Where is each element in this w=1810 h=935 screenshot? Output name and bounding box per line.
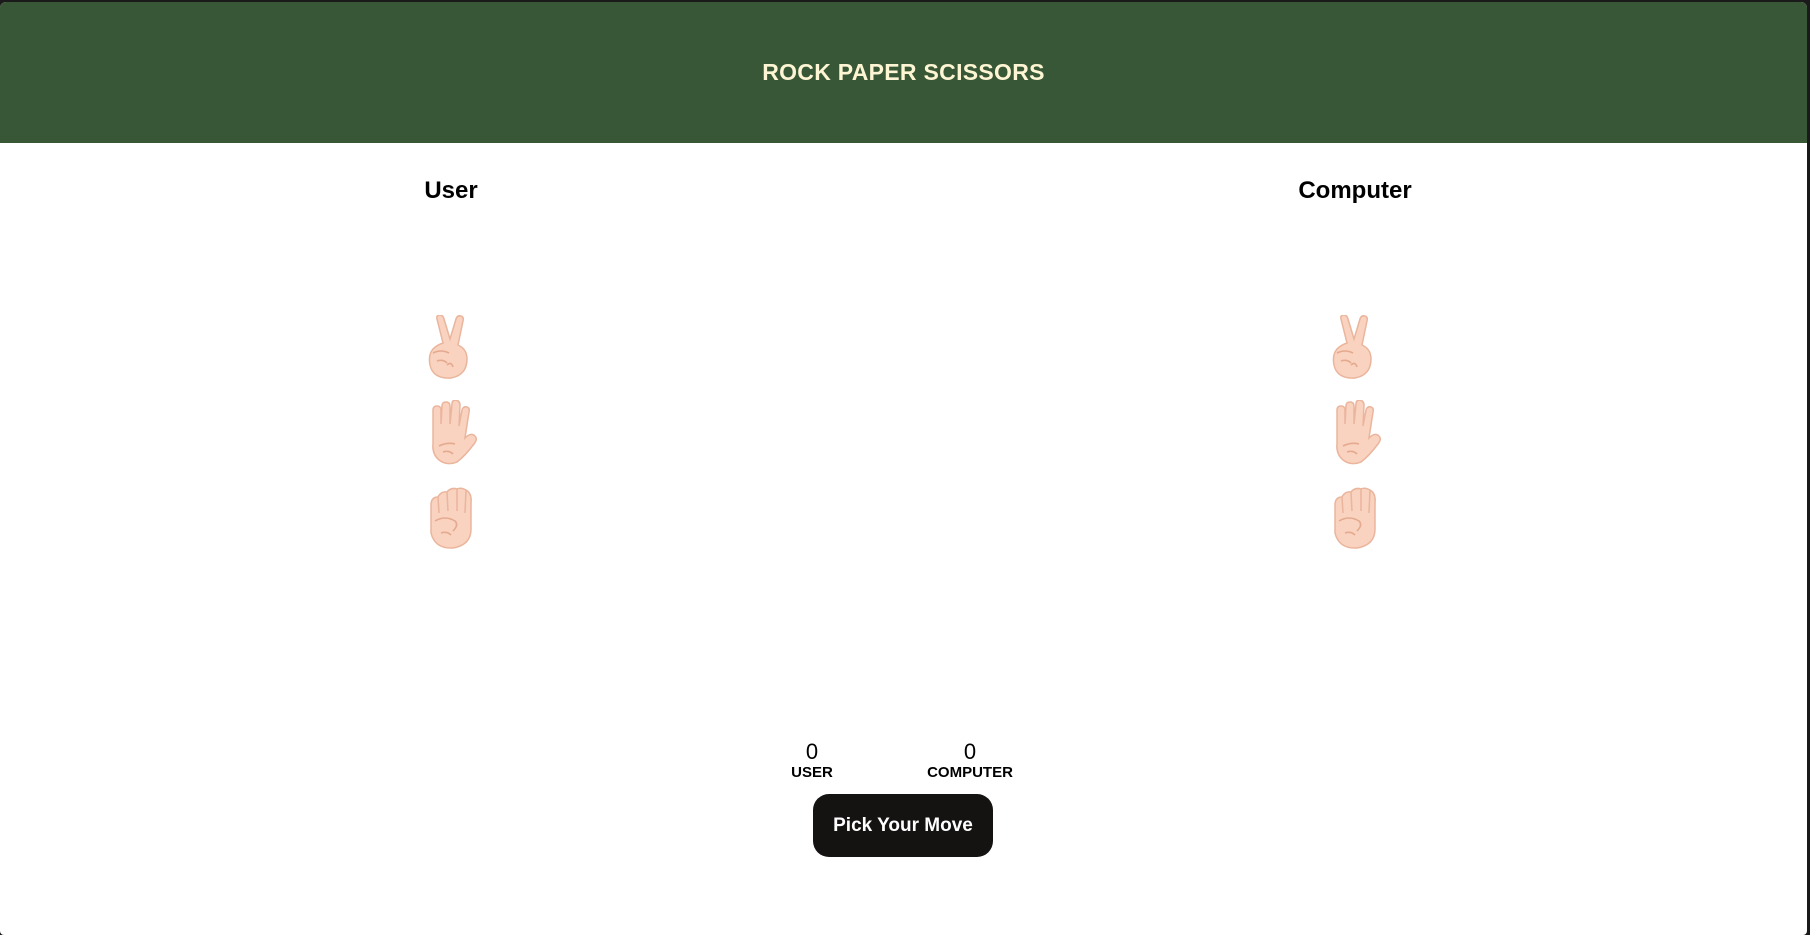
user-hand-choices <box>411 305 491 560</box>
computer-hand-choices <box>1315 305 1395 560</box>
scissors-icon <box>423 314 479 381</box>
scissors-icon <box>1327 314 1383 381</box>
paper-icon <box>1327 399 1383 466</box>
user-score-label: USER <box>791 764 833 781</box>
rock-icon <box>423 485 479 551</box>
pick-your-move-button[interactable]: Pick Your Move <box>813 794 993 857</box>
computer-title: Computer <box>1298 177 1412 204</box>
user-score-value: 0 <box>805 739 819 764</box>
rock-icon <box>1327 485 1383 551</box>
computer-scissors-option <box>1315 305 1395 390</box>
computer-rock-option <box>1315 475 1395 560</box>
user-score: 0 USER <box>791 739 833 781</box>
computer-score-value: 0 <box>963 739 977 764</box>
game-window: ROCK PAPER SCISSORS User Computer 0 USER… <box>0 2 1807 935</box>
user-title: User <box>424 177 478 204</box>
paper-icon <box>423 399 479 466</box>
user-scissors-option[interactable] <box>411 305 491 390</box>
header-bar: ROCK PAPER SCISSORS <box>0 2 1807 143</box>
user-paper-option[interactable] <box>411 390 491 475</box>
computer-score: 0 COMPUTER <box>927 739 1013 781</box>
page-title: ROCK PAPER SCISSORS <box>762 59 1045 85</box>
computer-score-label: COMPUTER <box>927 764 1013 781</box>
computer-paper-option <box>1315 390 1395 475</box>
user-rock-option[interactable] <box>411 475 491 560</box>
